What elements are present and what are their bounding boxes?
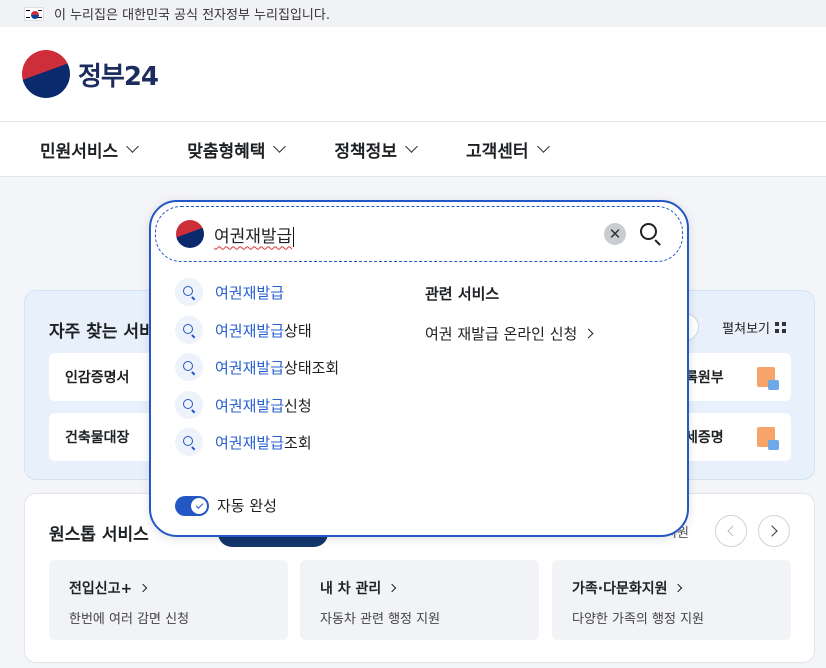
logo-text: 정부	[78, 61, 125, 92]
search-dropdown-panel: 여권재발급 ✕ 여권재발급 여권재발급 상태 여권재발급 상태조회 여권재발급 신청 …	[149, 200, 689, 537]
main-nav: 민원서비스 맞춤형혜택 정책정보 고객센터	[0, 121, 826, 177]
document-icon	[757, 367, 779, 390]
chevron-right-icon	[583, 328, 594, 339]
autocomplete-toggle[interactable]	[175, 495, 209, 516]
chevron-right-icon	[139, 583, 148, 593]
suggestion-item[interactable]: 여권재발급	[175, 278, 284, 306]
logo-number: 24	[123, 61, 159, 92]
search-icon	[175, 316, 203, 344]
onestop-services-title: 원스톱 서비스	[49, 525, 149, 545]
check-icon	[195, 500, 203, 509]
search-icon	[640, 223, 657, 240]
nav-item-civil-services[interactable]: 민원서비스	[40, 137, 140, 162]
frequent-services-title: 자주 찾는 서비	[49, 322, 155, 342]
chevron-down-icon	[405, 140, 418, 153]
autocomplete-label: 자동 완성	[217, 497, 277, 515]
search-icon	[175, 391, 203, 419]
nav-item-custom-benefits[interactable]: 맞춤형혜택	[187, 137, 287, 162]
suggestion-item[interactable]: 여권재발급 신청	[175, 391, 312, 419]
search-query-text: 여권재발급	[214, 226, 295, 247]
onestop-card-move-in[interactable]: 전입신고+ 한번에 여러 감면 신청	[49, 560, 288, 640]
taeguk-logo-icon	[176, 220, 204, 248]
grid-icon	[775, 322, 786, 333]
korea-flag-icon	[24, 6, 44, 21]
chevron-down-icon	[126, 140, 140, 153]
document-icon	[757, 427, 779, 450]
chevron-right-icon	[674, 583, 683, 593]
related-service-link[interactable]: 여권 재발급 온라인 신청	[425, 323, 594, 344]
site-logo[interactable]: 정부24	[22, 50, 159, 98]
site-header: 정부24	[0, 27, 826, 121]
next-button[interactable]	[758, 515, 790, 547]
chevron-right-icon	[388, 583, 397, 593]
search-icon	[175, 353, 203, 381]
clear-search-button[interactable]: ✕	[604, 223, 626, 245]
onestop-card-family[interactable]: 가족·다문화지원 다양한 가족의 행정 지원	[552, 560, 791, 640]
suggestion-item[interactable]: 여권재발급 상태	[175, 316, 312, 344]
expand-button[interactable]: 펼쳐보기	[722, 318, 786, 337]
taeguk-logo-icon	[22, 50, 70, 98]
search-icon	[175, 428, 203, 456]
nav-item-customer-center[interactable]: 고객센터	[466, 137, 550, 162]
gov-banner: 이 누리집은 대한민국 공식 전자정부 누리집입니다.	[0, 0, 826, 27]
search-button[interactable]	[638, 221, 664, 247]
search-input[interactable]: 여권재발급 ✕	[155, 206, 683, 262]
suggestion-item[interactable]: 여권재발급 조회	[175, 428, 312, 456]
chevron-right-icon	[766, 525, 778, 537]
chevron-down-icon	[273, 140, 287, 153]
onestop-card-my-car[interactable]: 내 차 관리 자동차 관련 행정 지원	[300, 560, 539, 640]
related-services-title: 관련 서비스	[425, 285, 500, 303]
search-icon	[175, 278, 203, 306]
chevron-left-icon	[727, 525, 739, 537]
autocomplete-toggle-row: 자동 완성	[175, 495, 277, 516]
prev-button[interactable]	[715, 515, 747, 547]
chevron-down-icon	[536, 140, 550, 153]
suggestion-item[interactable]: 여권재발급 상태조회	[175, 353, 339, 381]
gov-banner-text: 이 누리집은 대한민국 공식 전자정부 누리집입니다.	[54, 8, 330, 23]
nav-item-policy-info[interactable]: 정책정보	[334, 137, 418, 162]
